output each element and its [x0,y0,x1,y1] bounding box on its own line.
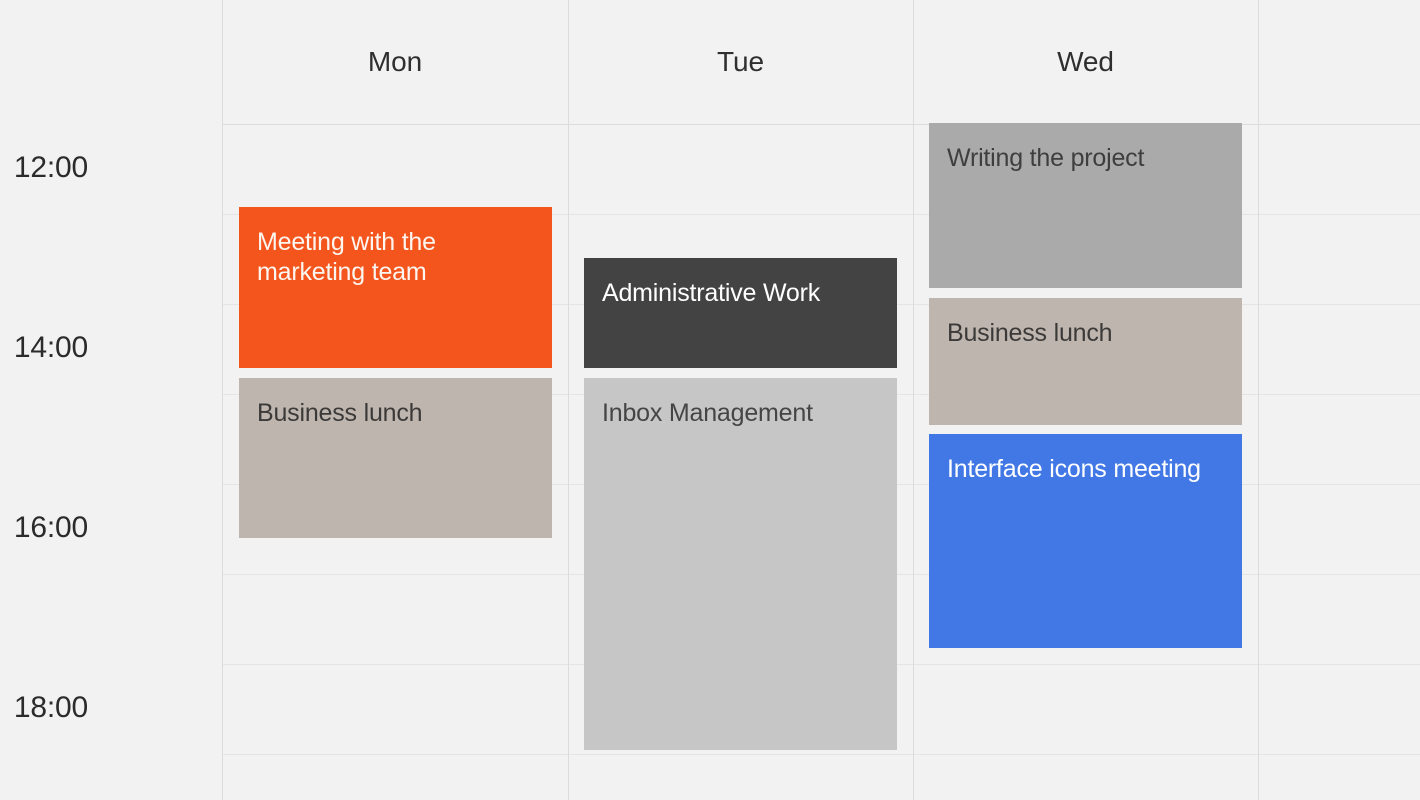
time-label: 18:00 [13,691,88,724]
calendar-event[interactable]: Business lunch [239,378,552,538]
event-title: Business lunch [947,319,1113,347]
time-label: 16:00 [13,511,88,544]
time-gutter: 12:00 14:00 16:00 18:00 [0,0,222,800]
event-title: Business lunch [257,399,423,427]
grid-row-line [222,754,1420,755]
calendar-event[interactable]: Business lunch [929,298,1242,425]
time-label: 12:00 [13,151,88,184]
event-title: Writing the project [947,144,1145,172]
calendar-event[interactable]: Interface icons meeting [929,434,1242,648]
day-header-tue[interactable]: Tue [568,0,913,124]
grid-column-line [1258,0,1259,800]
event-title: Inbox Management [602,399,813,427]
calendar-grid: Mon Tue Wed Meeting with the marketing team… [222,0,1420,800]
calendar-event[interactable]: Writing the project [929,123,1242,288]
event-title: Meeting with the marketing team [257,228,436,286]
calendar-event[interactable]: Administrative Work [584,258,897,368]
event-title: Administrative Work [602,279,821,307]
day-header-mon[interactable]: Mon [222,0,568,124]
day-header-wed[interactable]: Wed [913,0,1258,124]
calendar-event[interactable]: Inbox Management [584,378,897,750]
event-title: Interface icons meeting [947,455,1201,483]
calendar-event[interactable]: Meeting with the marketing team [239,207,552,368]
week-calendar: 12:00 14:00 16:00 18:00 Mon Tue Wed Meeting wi… [0,0,1420,800]
time-label: 14:00 [13,331,88,364]
